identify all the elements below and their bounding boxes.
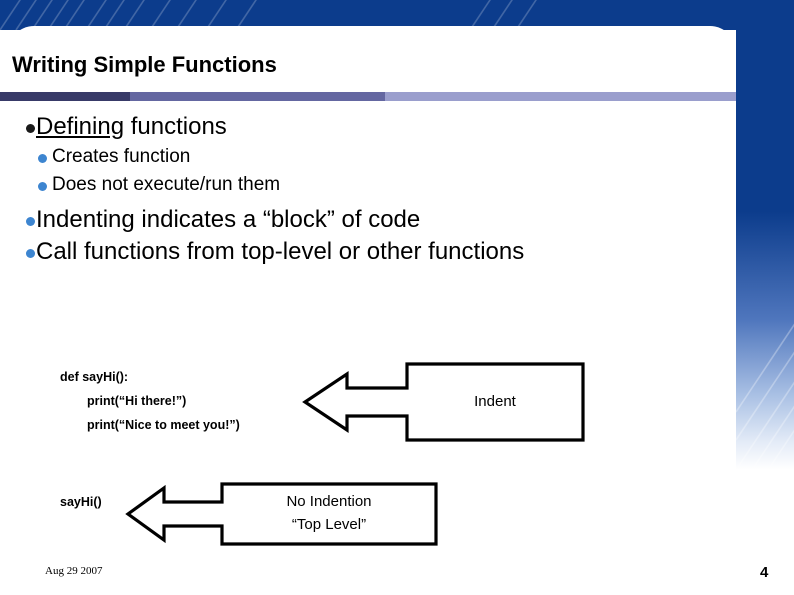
bullet-label-does-not-execute: Does not execute/run them [52,174,281,195]
filled-circle-bullet-blue-icon [26,217,35,226]
footer-date: Aug 29 2007 [45,565,103,577]
callout-indent-label: Indent [474,393,516,410]
callout-top-level-label: No Indention “Top Level” [286,493,372,533]
background-right-band [736,0,794,470]
filled-circle-bullet-blue-icon [38,182,47,191]
page-title: Writing Simple Functions [12,52,277,77]
filled-circle-bullet-blue-icon [38,154,47,163]
list-item: Defining functions [26,111,716,143]
slide: Writing Simple Functions Defining functi… [0,0,794,595]
code-line-print-2: print(“Nice to meet you!”) [87,418,240,432]
list-item: Creates function [38,143,716,171]
callout-top-level: No Indention “Top Level” [125,482,438,546]
bullet-label-indenting: Indenting indicates a “block” of code [36,206,421,233]
list-item: Does not execute/run them [38,171,716,199]
code-block: def sayHi(): print(“Hi there!”) print(“N… [60,365,240,437]
bullet-underlined-word: Defining [36,113,125,140]
bullet-label-call-functions: Call functions from top-level or other f… [36,238,525,265]
accent-band-mid [130,92,385,101]
code-line-print-1: print(“Hi there!”) [87,394,187,408]
code-call-expression: sayHi() [60,495,102,509]
filled-circle-bullet-dark-icon [26,124,35,133]
callout-indent: Indent [302,362,585,442]
code-line-def: def sayHi(): [60,370,129,384]
bullet-rest-text: functions [124,113,227,140]
list-item: Call functions from top-level or other f… [26,236,716,268]
list-item: Indenting indicates a “block” of code [26,204,716,236]
footer-page-number: 4 [760,564,769,581]
bullet-list: Defining functions Creates function Does… [26,111,716,268]
accent-band-light [385,92,736,101]
bullet-label-creates-function: Creates function [52,146,191,167]
bullet-label-defining: Defining functions [36,111,227,143]
filled-circle-bullet-blue-icon [26,249,35,258]
accent-band-dark [0,92,130,101]
